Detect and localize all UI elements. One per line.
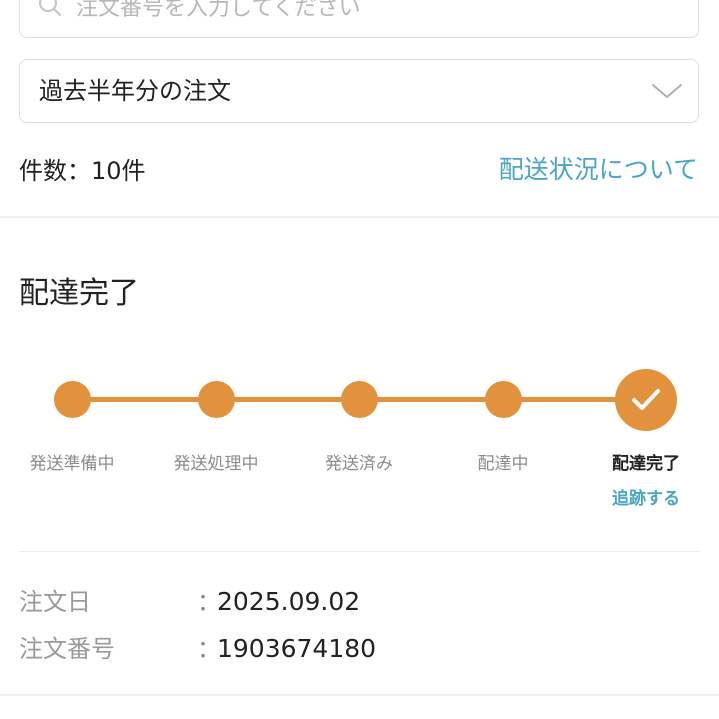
section-divider (0, 694, 719, 696)
chevron-down-icon (652, 84, 682, 98)
progress-step-label-current: 配達完了 (612, 454, 680, 474)
period-select[interactable]: 過去半年分の注文 (19, 59, 699, 123)
order-date-value: 2025.09.02 (217, 587, 361, 616)
order-date-label: 注文日 (19, 588, 91, 616)
card-divider (19, 551, 699, 552)
track-shipment-link[interactable]: 追跡する (581, 488, 711, 510)
order-count: 件数：10件 (19, 157, 146, 185)
order-number-label: 注文番号 (19, 635, 115, 663)
progress-step-dot-4 (484, 381, 522, 418)
search-icon (39, 0, 61, 16)
progress-step-dot-1 (53, 381, 91, 418)
progress-step-complete (615, 369, 677, 431)
order-number-value: 1903674180 (217, 634, 377, 663)
shipping-info-link[interactable]: 配送状況について (499, 155, 698, 185)
progress-step-label: 発送処理中 (173, 454, 259, 474)
order-history-page: 注文番号を入力してください 過去半年分の注文 件数：10件 配送状況について 配… (0, 0, 719, 719)
progress-step-dot-2 (197, 381, 235, 418)
progress-step-label: 発送済み (325, 454, 393, 474)
period-selected-value: 過去半年分の注文 (39, 77, 231, 105)
progress-step-label: 発送準備中 (29, 454, 115, 474)
check-icon (632, 389, 660, 410)
section-divider (0, 216, 719, 218)
search-placeholder: 注文番号を入力してください (76, 0, 361, 21)
progress-step-label: 配達中 (477, 454, 529, 474)
progress-step-dot-3 (340, 381, 378, 418)
order-status-title: 配達完了 (19, 276, 139, 311)
